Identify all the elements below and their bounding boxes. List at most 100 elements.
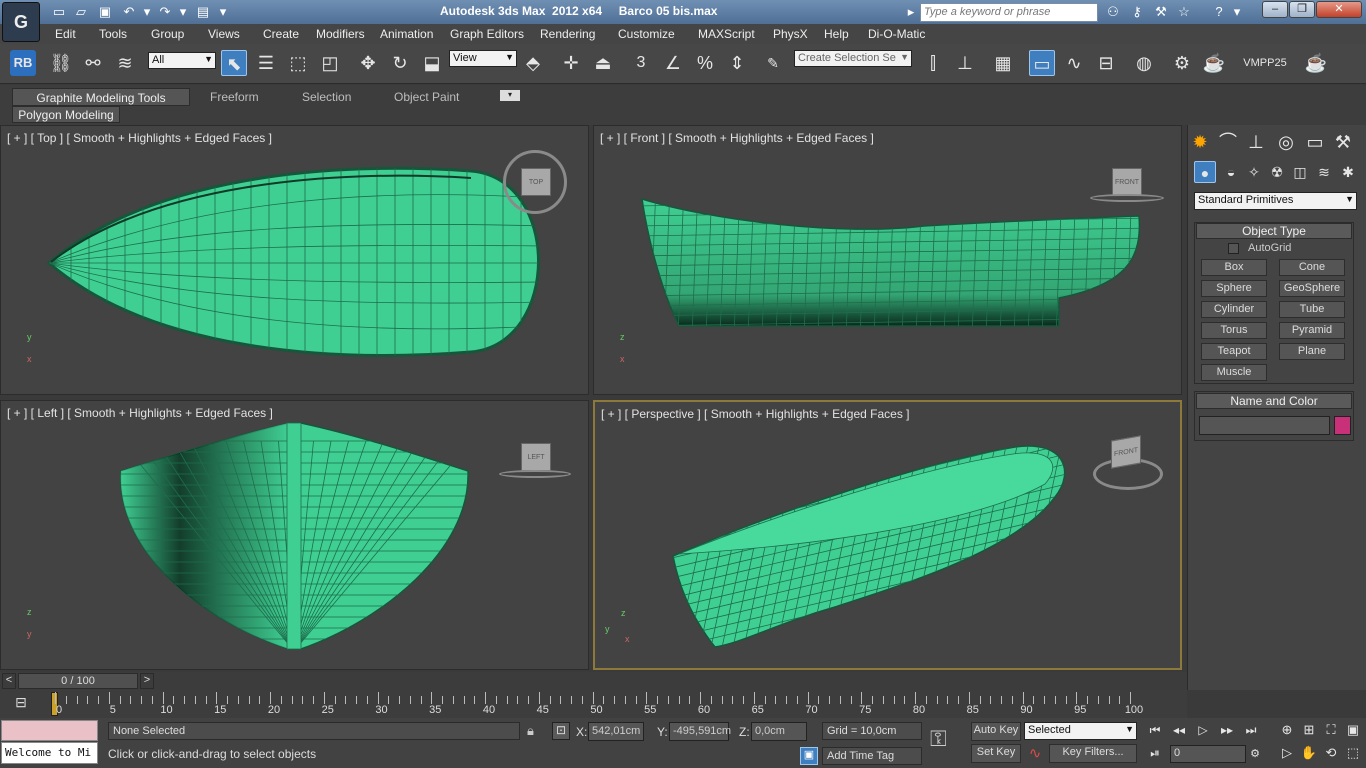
object-name-field[interactable] — [1199, 416, 1330, 435]
tube-button[interactable]: Tube — [1279, 301, 1345, 318]
new-file-icon[interactable]: ▭ — [50, 3, 68, 21]
tab-selection[interactable]: Selection — [302, 88, 351, 106]
redo-dropdown-icon[interactable]: ▾ — [174, 3, 192, 21]
zoom-extents-icon[interactable]: ⛶ — [1320, 720, 1342, 740]
box-button[interactable]: Box — [1201, 259, 1267, 276]
quick-access-dropdown-icon[interactable]: ▾ — [214, 3, 232, 21]
menu-graph-editors[interactable]: Graph Editors — [450, 27, 524, 41]
undo-dropdown-icon[interactable]: ▾ — [138, 3, 156, 21]
unlink-icon[interactable]: ⚯ — [80, 50, 106, 76]
communication-center-icon[interactable]: ⚒ — [1152, 3, 1170, 21]
maximize-viewport-icon[interactable]: ⬚ — [1342, 743, 1364, 763]
key-mode-toggle-icon[interactable]: ⏯ — [1144, 743, 1166, 763]
viewcube-top[interactable]: TOP — [521, 168, 551, 196]
time-slider-thumb[interactable]: 0 / 100 — [18, 673, 138, 689]
select-manipulate-icon[interactable]: ✛ — [558, 50, 584, 76]
project-folder-icon[interactable]: ▤ — [194, 3, 212, 21]
menu-modifiers[interactable]: Modifiers — [316, 27, 365, 41]
spinner-snap-icon[interactable]: ⇕ — [724, 50, 750, 76]
z-coordinate-field[interactable]: 0,0cm — [751, 722, 807, 741]
sphere-button[interactable]: Sphere — [1201, 280, 1267, 297]
tab-polygon-modeling[interactable]: Polygon Modeling — [12, 106, 120, 123]
hierarchy-panel-icon[interactable]: ⊥ — [1243, 129, 1269, 155]
create-panel-icon[interactable]: ✹ — [1187, 129, 1213, 155]
play-icon[interactable]: ▷ — [1192, 720, 1214, 740]
pivot-center-icon[interactable]: ⬘ — [520, 50, 546, 76]
maxscript-mini-listener-pink[interactable] — [1, 720, 98, 741]
menu-views[interactable]: Views — [208, 27, 240, 41]
selection-filter-dropdown[interactable]: All ▼ — [148, 52, 216, 69]
shapes-icon[interactable]: ◒ — [1220, 161, 1242, 183]
search-input[interactable]: Type a keyword or phrase — [920, 3, 1098, 22]
app-logo-button[interactable]: G — [2, 2, 40, 42]
rectangular-selection-icon[interactable]: ⬚ — [285, 50, 311, 76]
helpers-icon[interactable]: ◫ — [1289, 161, 1311, 183]
modify-panel-icon[interactable]: ⌒ — [1215, 129, 1241, 155]
layer-manager-icon[interactable]: ▦ — [990, 50, 1016, 76]
bind-space-warp-icon[interactable]: ≋ — [112, 50, 138, 76]
selection-lock-icon[interactable]: 🔒︎ — [527, 723, 534, 739]
render-production-icon[interactable]: ☕ — [1303, 50, 1329, 76]
menu-di-o-matic[interactable]: Di-O-Matic — [868, 27, 925, 41]
snaps-toggle-button[interactable]: 3 — [628, 50, 654, 76]
x-coordinate-field[interactable]: 542,01cm — [588, 722, 644, 741]
rendered-frame-window-icon[interactable]: ☕ — [1201, 50, 1227, 76]
plane-button[interactable]: Plane — [1279, 343, 1345, 360]
viewcube-ring[interactable] — [1090, 194, 1164, 202]
align-icon[interactable]: ⊥ — [952, 50, 978, 76]
previous-key-icon[interactable]: ◂◂ — [1168, 720, 1190, 740]
go-to-end-icon[interactable]: ⏭ — [1240, 720, 1262, 740]
graphite-toggle-icon[interactable]: ▭ — [1029, 50, 1055, 76]
cameras-icon[interactable]: ☢ — [1266, 161, 1288, 183]
tab-freeform[interactable]: Freeform — [210, 88, 259, 106]
percent-snap-icon[interactable]: % — [692, 50, 718, 76]
zoom-icon[interactable]: ⊕ — [1276, 720, 1298, 740]
display-panel-icon[interactable]: ▭ — [1302, 129, 1328, 155]
reference-coordinate-dropdown[interactable]: View ▼ — [449, 50, 517, 67]
select-scale-icon[interactable]: ⬓ — [419, 50, 445, 76]
menu-rendering[interactable]: Rendering — [540, 27, 595, 41]
lights-icon[interactable]: ✧ — [1243, 161, 1265, 183]
mini-curve-editor-icon[interactable]: ⊟ — [10, 694, 32, 714]
autogrid-checkbox[interactable] — [1228, 243, 1239, 254]
menu-physx[interactable]: PhysX — [773, 27, 808, 41]
menu-maxscript[interactable]: MAXScript — [698, 27, 755, 41]
field-of-view-icon[interactable]: ▷ — [1276, 743, 1298, 763]
viewport-perspective[interactable]: [ + ] [ Perspective ] [ Smooth + Highlig… — [593, 400, 1182, 670]
help-dropdown-icon[interactable]: ▾ — [1228, 3, 1246, 21]
select-by-name-icon[interactable]: ☰ — [253, 50, 279, 76]
pyramid-button[interactable]: Pyramid — [1279, 322, 1345, 339]
default-in-out-tangents-icon[interactable]: ∿ — [1024, 744, 1046, 764]
time-configuration-icon[interactable]: ⚙ — [1246, 745, 1264, 763]
name-and-color-rollout-header[interactable]: Name and Color — [1196, 393, 1352, 409]
menu-create[interactable]: Create — [263, 27, 299, 41]
next-key-icon[interactable]: ▸▸ — [1216, 720, 1238, 740]
geometry-icon[interactable]: ● — [1194, 161, 1216, 183]
named-selection-sets-dropdown[interactable]: Create Selection Se ▼ — [794, 50, 912, 67]
schematic-view-icon[interactable]: ⊟ — [1093, 50, 1119, 76]
tab-graphite-modeling-tools[interactable]: Graphite Modeling Tools — [12, 88, 190, 106]
render-setup-icon[interactable]: ⚙ — [1169, 50, 1195, 76]
maximize-button[interactable]: ❐ — [1289, 1, 1315, 18]
cylinder-button[interactable]: Cylinder — [1201, 301, 1267, 318]
teapot-button[interactable]: Teapot — [1201, 343, 1267, 360]
key-filters-button[interactable]: Key Filters... — [1049, 744, 1137, 763]
menu-customize[interactable]: Customize — [618, 27, 675, 41]
object-type-rollout-header[interactable]: Object Type — [1196, 223, 1352, 239]
vmpp-button[interactable]: VMPP25 — [1240, 50, 1290, 76]
viewcube-perspective[interactable]: FRONT — [1111, 435, 1141, 469]
utilities-panel-icon[interactable]: ⚒ — [1330, 129, 1356, 155]
zoom-extents-all-icon[interactable]: ▣ — [1342, 720, 1364, 740]
systems-icon[interactable]: ✱ — [1337, 161, 1359, 183]
set-key-mode-icon[interactable]: ⚿ — [930, 726, 947, 752]
select-object-icon[interactable]: ⬉ — [221, 50, 247, 76]
viewcube-front[interactable]: FRONT — [1112, 168, 1142, 196]
rb-button[interactable]: RB — [10, 50, 36, 76]
open-file-icon[interactable]: ▱ — [72, 3, 90, 21]
y-coordinate-field[interactable]: -495,591cm — [669, 722, 731, 741]
previous-frame-icon[interactable]: < — [2, 673, 16, 689]
space-warps-icon[interactable]: ≋ — [1313, 161, 1335, 183]
time-tag-icon[interactable]: ▣ — [800, 747, 818, 765]
edit-named-selection-icon[interactable]: ✎ — [760, 50, 786, 76]
auto-key-button[interactable]: Auto Key — [971, 722, 1021, 741]
